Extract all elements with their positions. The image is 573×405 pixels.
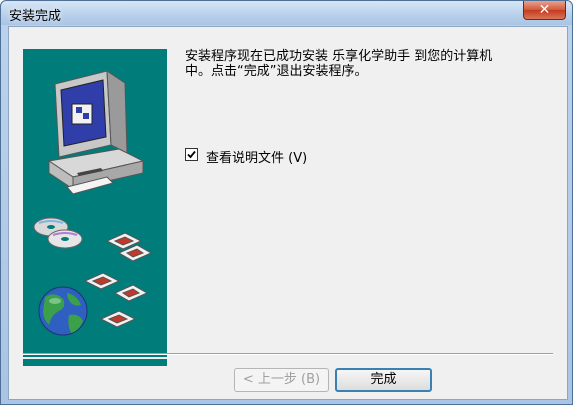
button-separator	[23, 353, 553, 355]
checkmark-icon	[187, 150, 196, 159]
floppy-disk-icon	[83, 232, 153, 328]
close-button[interactable]: ✕	[523, 1, 566, 20]
installer-window: 安装完成 ✕ 安装程序现在已成功安装 乐享化学助手 到您的计算机 中。点击“完成…	[0, 0, 573, 405]
side-panel-strip	[23, 357, 167, 366]
title-bar[interactable]: 安装完成 ✕	[1, 1, 572, 25]
back-button[interactable]: < 上一步 (B)	[234, 368, 329, 392]
readme-checkbox-label[interactable]: 查看说明文件 (V)	[206, 147, 307, 166]
wizard-illustration	[33, 70, 153, 336]
cd-disc-icon	[33, 217, 83, 249]
window-title: 安装完成	[9, 9, 62, 24]
completion-message: 安装程序现在已成功安装 乐享化学助手 到您的计算机 中。点击“完成”退出安装程序…	[185, 49, 493, 79]
dialog-body: 安装程序现在已成功安装 乐享化学助手 到您的计算机 中。点击“完成”退出安装程序…	[8, 26, 568, 400]
finish-button[interactable]: 完成	[335, 368, 432, 392]
computer-icon	[47, 70, 145, 195]
wizard-side-panel	[23, 49, 167, 357]
close-icon: ✕	[538, 2, 551, 18]
readme-checkbox[interactable]	[185, 148, 198, 161]
globe-icon	[38, 286, 88, 336]
